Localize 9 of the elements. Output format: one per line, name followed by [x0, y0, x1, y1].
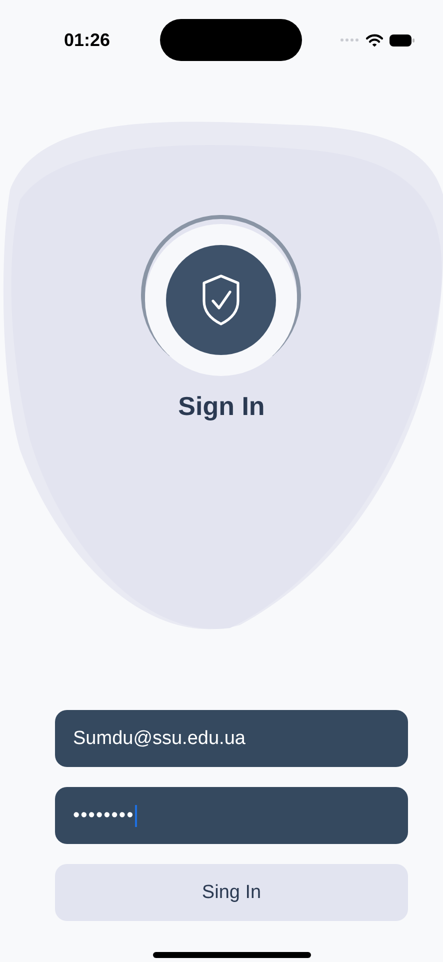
page-title: Sign In — [178, 391, 265, 422]
email-field[interactable]: Sumdu@ssu.edu.ua — [55, 710, 408, 767]
sign-in-button[interactable]: Sing In — [55, 864, 408, 921]
signal-icon — [340, 38, 360, 42]
shield-check-icon — [202, 274, 240, 326]
battery-icon — [389, 34, 415, 46]
wifi-icon — [366, 34, 383, 46]
password-field[interactable]: •••••••• — [55, 787, 408, 844]
status-time: 01:26 — [64, 30, 112, 50]
